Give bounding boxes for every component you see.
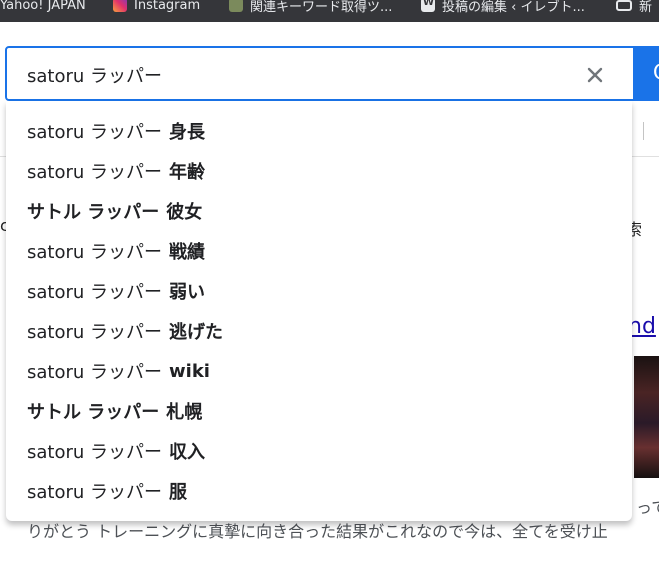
suggestion-base-text: satoru ラッパー	[27, 242, 163, 263]
bookmark-yahoo[interactable]: Yahoo! JAPAN	[0, 0, 86, 16]
bookmark-label: Instagram	[134, 0, 201, 13]
suggestion-item[interactable]: satoru ラッパー 逃げた	[6, 311, 632, 351]
bookmark-label: Yahoo! JAPAN	[0, 0, 86, 13]
result-snippet: りがとう トレーニングに真摯に向き合った結果がこれなので今は、全てを受け止	[27, 522, 608, 541]
bookmarks-bar: Yahoo! JAPAN Instagram 関連キーワード取得ツ... 投稿の…	[0, 0, 659, 22]
suggestion-item[interactable]: サトル ラッパー 札幌	[6, 391, 632, 431]
suggestion-base-text: satoru ラッパー	[27, 442, 163, 463]
suggestion-completion-text: 札幌	[166, 402, 203, 423]
suggestion-base-text: サトル ラッパー	[27, 202, 160, 223]
bookmark-label: 新	[639, 0, 653, 15]
bookmark-label: 関連キーワード取得ツ...	[250, 0, 393, 15]
folder-icon	[616, 0, 632, 11]
suggestion-item[interactable]: satoru ラッパー 弱い	[6, 271, 632, 311]
suggestion-completion-text: 弱い	[169, 282, 206, 303]
toolbar-divider	[643, 122, 644, 140]
suggestion-completion-text: 彼女	[166, 202, 203, 223]
suggestion-base-text: satoru ラッパー	[27, 362, 163, 383]
suggestion-base-text: satoru ラッパー	[27, 482, 163, 503]
suggestion-completion-text: 服	[169, 482, 188, 503]
suggestion-item[interactable]: satoru ラッパー 戦績	[6, 231, 632, 271]
suggestion-item[interactable]: satoru ラッパー 収入	[6, 431, 632, 471]
bookmark-keyword-tool[interactable]: 関連キーワード取得ツ...	[229, 0, 392, 16]
suggestion-base-text: satoru ラッパー	[27, 162, 163, 183]
suggestion-completion-text: wiki	[169, 360, 210, 382]
instagram-icon	[113, 0, 127, 12]
suggestion-base-text: サトル ラッパー	[27, 402, 160, 423]
bookmark-wordpress[interactable]: 投稿の編集 ‹ イレブト...	[421, 0, 585, 16]
background-text-fragment: って	[636, 498, 659, 517]
search-box[interactable]	[5, 46, 635, 101]
bookmark-folder[interactable]: 新	[616, 0, 652, 16]
clear-search-button[interactable]	[582, 62, 608, 88]
close-icon	[587, 67, 603, 83]
wordpress-icon	[421, 0, 435, 12]
search-button[interactable]: Q	[633, 46, 659, 101]
suggestion-item[interactable]: satoru ラッパー 身長	[6, 111, 632, 151]
result-title-link[interactable]: nd	[628, 314, 656, 339]
suggestion-item[interactable]: satoru ラッパー wiki	[6, 351, 632, 391]
suggestion-item[interactable]: satoru ラッパー服	[6, 471, 632, 511]
bookmark-label: 投稿の編集 ‹ イレブト...	[442, 0, 585, 15]
suggestion-completion-text: 戦績	[169, 242, 206, 263]
search-icon: Q	[653, 60, 659, 84]
bookmark-instagram[interactable]: Instagram	[113, 0, 200, 16]
suggestion-item[interactable]: satoru ラッパー 年齢	[6, 151, 632, 191]
suggestion-completion-text: 身長	[169, 122, 206, 143]
result-thumbnail[interactable]	[634, 356, 659, 478]
suggestion-base-text: satoru ラッパー	[27, 322, 163, 343]
suggestion-completion-text: 逃げた	[169, 322, 224, 343]
suggestion-list: satoru ラッパー 身長 satoru ラッパー 年齢 サトル ラッパー 彼女 sato…	[6, 101, 632, 521]
suggestion-completion-text: 年齢	[169, 162, 206, 183]
image-icon	[229, 0, 243, 12]
suggestion-base-text: satoru ラッパー	[27, 122, 163, 143]
search-input[interactable]	[27, 62, 567, 88]
suggestion-completion-text: 収入	[169, 442, 206, 463]
browser-page: Yahoo! JAPAN Instagram 関連キーワード取得ツ... 投稿の…	[0, 0, 659, 564]
suggestion-item[interactable]: サトル ラッパー 彼女	[6, 191, 632, 231]
suggestion-base-text: satoru ラッパー	[27, 282, 163, 303]
